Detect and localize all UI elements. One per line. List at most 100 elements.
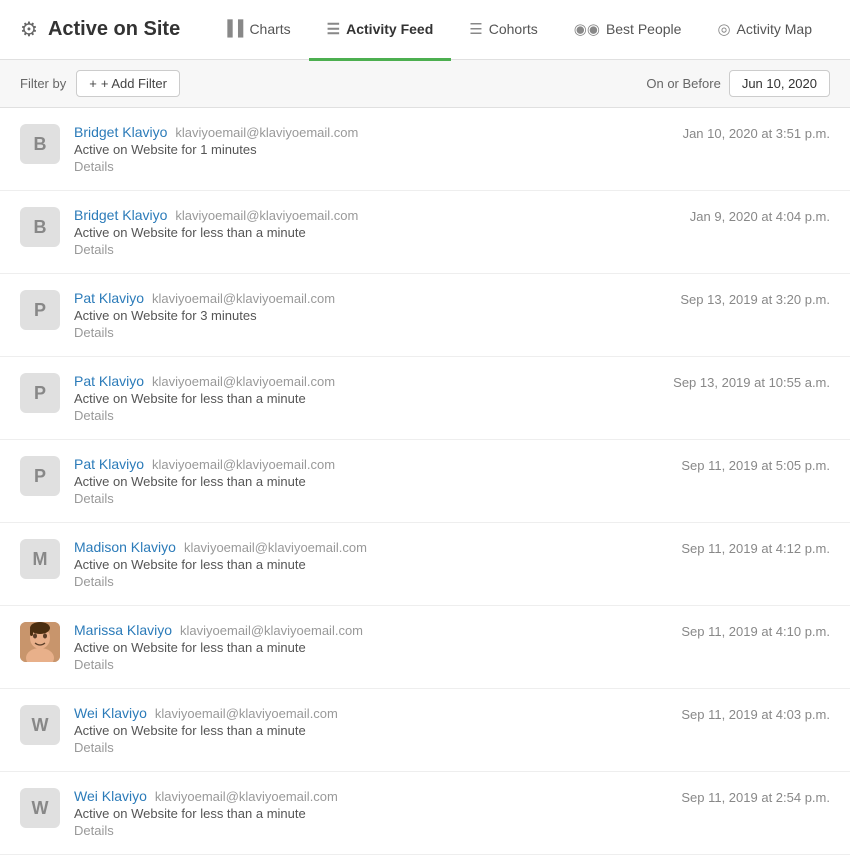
activity-name-3[interactable]: Pat Klaviyo (74, 290, 144, 306)
activity-name-8[interactable]: Wei Klaviyo (74, 705, 147, 721)
activity-item-8: W Wei Klaviyo klaviyoemail@klaviyoemail.co… (0, 689, 850, 772)
activity-time-8: Sep 11, 2019 at 4:03 p.m. (681, 705, 830, 722)
activity-name-9[interactable]: Wei Klaviyo (74, 788, 147, 804)
activity-name-line-6: Madison Klaviyo klaviyoemail@klaviyoemail… (74, 539, 667, 555)
activity-info-3: Pat Klaviyo klaviyoemail@klaviyoemail.com… (74, 290, 666, 340)
avatar-1: B (20, 124, 60, 164)
activity-email-7: klaviyoemail@klaviyoemail.com (180, 623, 363, 638)
activity-info-8: Wei Klaviyo klaviyoemail@klaviyoemail.com… (74, 705, 667, 755)
nav-label-activity-map: Activity Map (737, 21, 812, 37)
filter-right: On or Before Jun 10, 2020 (646, 70, 830, 97)
activity-name-1[interactable]: Bridget Klaviyo (74, 124, 167, 140)
activity-description-3: Active on Website for 3 minutes (74, 308, 666, 323)
activity-map-icon: ◎ (717, 20, 730, 38)
avatar-2: B (20, 207, 60, 247)
activity-details-link-9[interactable]: Details (74, 823, 667, 838)
activity-list: B Bridget Klaviyo klaviyoemail@klaviyoemai… (0, 108, 850, 855)
date-label: On or Before (646, 76, 720, 91)
activity-time-3: Sep 13, 2019 at 3:20 p.m. (680, 290, 830, 307)
activity-details-link-7[interactable]: Details (74, 657, 667, 672)
activity-description-9: Active on Website for less than a minute (74, 806, 667, 821)
add-filter-button[interactable]: + + Add Filter (76, 70, 180, 97)
page-title: Active on Site (48, 18, 180, 41)
activity-email-6: klaviyoemail@klaviyoemail.com (184, 540, 367, 555)
activity-name-line-4: Pat Klaviyo klaviyoemail@klaviyoemail.com (74, 373, 659, 389)
activity-description-1: Active on Website for 1 minutes (74, 142, 669, 157)
activity-time-6: Sep 11, 2019 at 4:12 p.m. (681, 539, 830, 556)
activity-description-4: Active on Website for less than a minute (74, 391, 659, 406)
avatar-3: P (20, 290, 60, 330)
activity-info-7: Marissa Klaviyo klaviyoemail@klaviyoemail… (74, 622, 667, 672)
activity-name-line-8: Wei Klaviyo klaviyoemail@klaviyoemail.com (74, 705, 667, 721)
activity-details-link-1[interactable]: Details (74, 159, 669, 174)
activity-time-9: Sep 11, 2019 at 2:54 p.m. (681, 788, 830, 805)
activity-description-7: Active on Website for less than a minute (74, 640, 667, 655)
add-filter-label: + Add Filter (101, 76, 167, 91)
activity-email-5: klaviyoemail@klaviyoemail.com (152, 457, 335, 472)
activity-details-link-8[interactable]: Details (74, 740, 667, 755)
add-filter-icon: + (89, 76, 97, 91)
nav-item-activity-map[interactable]: ◎ Activity Map (699, 0, 830, 61)
activity-item-7: Marissa Klaviyo klaviyoemail@klaviyoemail… (0, 606, 850, 689)
activity-info-2: Bridget Klaviyo klaviyoemail@klaviyoemail… (74, 207, 676, 257)
main-nav: ▐▐Charts ☰ Activity Feed ☰Cohorts ◉◉ Best Peo… (204, 0, 830, 60)
filter-by-label: Filter by (20, 76, 66, 91)
activity-item-1: B Bridget Klaviyo klaviyoemail@klaviyoemai… (0, 108, 850, 191)
nav-label-charts: Charts (249, 21, 290, 37)
activity-details-link-2[interactable]: Details (74, 242, 676, 257)
activity-time-7: Sep 11, 2019 at 4:10 p.m. (681, 622, 830, 639)
activity-item-9: W Wei Klaviyo klaviyoemail@klaviyoemail.co… (0, 772, 850, 855)
nav-item-charts[interactable]: ▐▐Charts (204, 0, 309, 61)
avatar-7 (20, 622, 60, 662)
avatar-6: M (20, 539, 60, 579)
activity-details-link-3[interactable]: Details (74, 325, 666, 340)
activity-email-2: klaviyoemail@klaviyoemail.com (175, 208, 358, 223)
activity-name-5[interactable]: Pat Klaviyo (74, 456, 144, 472)
activity-email-1: klaviyoemail@klaviyoemail.com (175, 125, 358, 140)
date-value[interactable]: Jun 10, 2020 (729, 70, 830, 97)
activity-email-8: klaviyoemail@klaviyoemail.com (155, 706, 338, 721)
nav-item-best-people[interactable]: ◉◉ Best People (556, 0, 700, 61)
filter-left: Filter by + + Add Filter (20, 70, 180, 97)
activity-name-line-3: Pat Klaviyo klaviyoemail@klaviyoemail.com (74, 290, 666, 306)
activity-name-4[interactable]: Pat Klaviyo (74, 373, 144, 389)
best-people-icon: ◉◉ (574, 20, 600, 38)
activity-name-line-1: Bridget Klaviyo klaviyoemail@klaviyoemail… (74, 124, 669, 140)
activity-details-link-6[interactable]: Details (74, 574, 667, 589)
activity-item-4: P Pat Klaviyo klaviyoemail@klaviyoemail.co… (0, 357, 850, 440)
gear-icon: ⚙ (20, 17, 38, 42)
activity-email-9: klaviyoemail@klaviyoemail.com (155, 789, 338, 804)
activity-description-6: Active on Website for less than a minute (74, 557, 667, 572)
cohorts-icon: ☰ (469, 20, 482, 38)
activity-time-2: Jan 9, 2020 at 4:04 p.m. (690, 207, 830, 224)
activity-details-link-5[interactable]: Details (74, 491, 667, 506)
activity-feed-icon: ☰ (327, 20, 340, 38)
filter-bar: Filter by + + Add Filter On or Before Ju… (0, 60, 850, 108)
activity-description-8: Active on Website for less than a minute (74, 723, 667, 738)
avatar-9: W (20, 788, 60, 828)
activity-details-link-4[interactable]: Details (74, 408, 659, 423)
nav-label-activity-feed: Activity Feed (346, 21, 433, 37)
activity-email-4: klaviyoemail@klaviyoemail.com (152, 374, 335, 389)
activity-name-line-2: Bridget Klaviyo klaviyoemail@klaviyoemail… (74, 207, 676, 223)
nav-item-activity-feed[interactable]: ☰ Activity Feed (309, 0, 452, 61)
activity-info-5: Pat Klaviyo klaviyoemail@klaviyoemail.com… (74, 456, 667, 506)
activity-info-1: Bridget Klaviyo klaviyoemail@klaviyoemail… (74, 124, 669, 174)
brand-area: ⚙ Active on Site (20, 17, 180, 42)
avatar-4: P (20, 373, 60, 413)
activity-email-3: klaviyoemail@klaviyoemail.com (152, 291, 335, 306)
nav-item-cohorts[interactable]: ☰Cohorts (451, 0, 555, 61)
activity-description-5: Active on Website for less than a minute (74, 474, 667, 489)
activity-name-6[interactable]: Madison Klaviyo (74, 539, 176, 555)
avatar-5: P (20, 456, 60, 496)
activity-name-2[interactable]: Bridget Klaviyo (74, 207, 167, 223)
activity-item-2: B Bridget Klaviyo klaviyoemail@klaviyoemai… (0, 191, 850, 274)
nav-label-best-people: Best People (606, 21, 682, 37)
activity-time-1: Jan 10, 2020 at 3:51 p.m. (683, 124, 830, 141)
activity-description-2: Active on Website for less than a minute (74, 225, 676, 240)
app-header: ⚙ Active on Site ▐▐Charts☰Activity Feed☰… (0, 0, 850, 60)
activity-name-line-9: Wei Klaviyo klaviyoemail@klaviyoemail.com (74, 788, 667, 804)
avatar-8: W (20, 705, 60, 745)
activity-name-line-7: Marissa Klaviyo klaviyoemail@klaviyoemail… (74, 622, 667, 638)
activity-name-7[interactable]: Marissa Klaviyo (74, 622, 172, 638)
